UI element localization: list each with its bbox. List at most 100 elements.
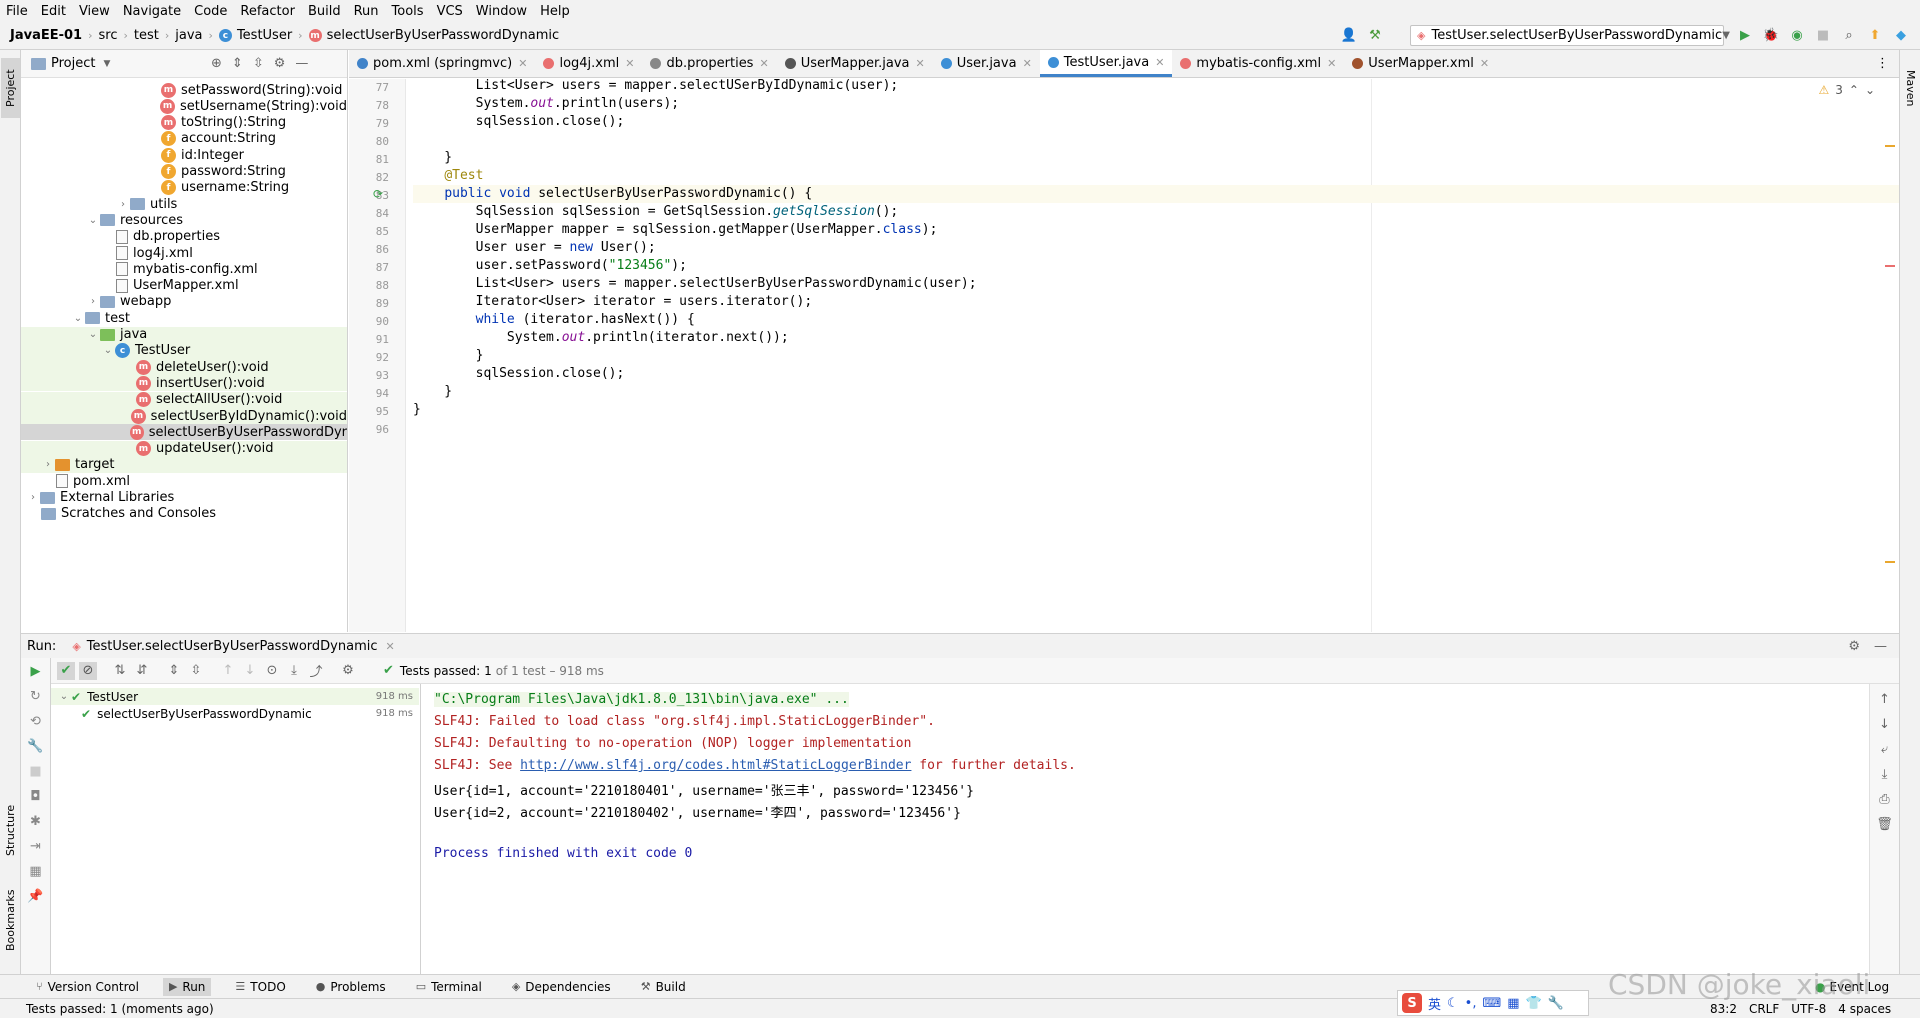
close-icon[interactable]: ✕ <box>1327 57 1336 70</box>
chevron-down-icon[interactable]: ⌄ <box>86 215 100 226</box>
code-line[interactable]: } <box>413 383 452 401</box>
tool-window-tab[interactable]: ◈ Dependencies <box>506 978 617 996</box>
debug-icon[interactable]: 🐞 <box>1762 26 1780 44</box>
show-passed-icon[interactable]: ✔ <box>57 661 75 680</box>
code-line[interactable]: while (iterator.hasNext()) { <box>413 311 695 329</box>
keyboard-icon[interactable]: ⌨ <box>1482 996 1501 1011</box>
tool-window-tab[interactable]: ⚒ Build <box>635 978 692 996</box>
chevron-down-icon[interactable]: ⌄ <box>1865 83 1875 97</box>
code-line[interactable]: SqlSession sqlSession = GetSqlSession.ge… <box>413 203 899 221</box>
tree-item[interactable]: m selectAllUser():void <box>21 391 347 408</box>
collapse-all-icon[interactable]: ⇳ <box>253 56 264 71</box>
tree-item[interactable]: f password:String <box>21 164 347 180</box>
breadcrumb-item[interactable]: java <box>175 28 202 43</box>
shirt-icon[interactable]: 👕 <box>1526 996 1542 1011</box>
tree-item[interactable]: m selectUserByUserPasswordDyr <box>21 424 347 441</box>
tool-window-tab[interactable]: ▭ Terminal <box>410 978 488 996</box>
editor-tab[interactable]: db.properties ✕ <box>642 50 776 77</box>
warning-marker[interactable] <box>1885 561 1895 563</box>
user-icon[interactable]: 👤 <box>1340 26 1358 44</box>
tree-item[interactable]: m deleteUser():void <box>21 359 347 376</box>
scroll-to-end-icon[interactable]: ⤓ <box>1882 767 1888 782</box>
close-icon[interactable]: ✕ <box>916 57 925 70</box>
hide-icon[interactable]: — <box>295 56 308 71</box>
exit-icon[interactable]: ⇥ <box>30 839 41 854</box>
structure-tool-tab[interactable]: Structure <box>1 790 20 870</box>
tree-item[interactable]: › target <box>21 456 347 473</box>
layout-icon[interactable]: ▦ <box>29 864 41 879</box>
menu-view[interactable]: View <box>79 4 110 19</box>
locate-icon[interactable]: ⊕ <box>211 56 222 71</box>
tree-item[interactable]: › External Libraries <box>21 490 347 506</box>
breadcrumb-item[interactable]: src <box>99 28 118 43</box>
toggle-auto-test-icon[interactable]: ⟲ <box>30 714 41 729</box>
camera-icon[interactable]: ◘ <box>30 789 40 804</box>
test-tree-item[interactable]: ⌄ ✔ TestUser 918 ms <box>51 688 419 705</box>
maven-tool-tab[interactable]: Maven <box>1901 58 1920 118</box>
close-icon[interactable]: ✕ <box>625 57 634 70</box>
breadcrumb-item[interactable]: JavaEE-01 <box>10 28 82 43</box>
tree-item[interactable]: m insertUser():void <box>21 375 347 392</box>
gear-icon[interactable]: ⚙ <box>274 56 286 71</box>
tree-item[interactable]: Scratches and Consoles <box>21 506 347 522</box>
menu-build[interactable]: Build <box>308 4 341 19</box>
collapse-all-icon[interactable]: ⇳ <box>187 662 205 680</box>
run-config-selector[interactable]: ◈ TestUser.selectUserByUserPasswordDynam… <box>1410 25 1730 46</box>
project-panel-title[interactable]: Project <box>51 56 95 71</box>
export-icon[interactable]: ⤴ <box>307 662 325 680</box>
moon-icon[interactable]: ☾ <box>1447 996 1459 1011</box>
tree-item[interactable]: log4j.xml <box>21 245 347 261</box>
wrench-icon[interactable]: 🔧 <box>27 739 43 754</box>
run-icon[interactable]: ▶ <box>1736 26 1754 44</box>
console-link[interactable]: http://www.slf4j.org/codes.html#StaticLo… <box>520 758 911 773</box>
cursor-position[interactable]: 83:2 <box>1710 1002 1737 1016</box>
tree-item[interactable]: pom.xml <box>21 473 347 489</box>
run-tab-title[interactable]: TestUser.selectUserByUserPasswordDynamic <box>87 639 378 654</box>
more-tabs-icon[interactable]: ⋮ <box>1876 56 1889 71</box>
tree-item[interactable]: m setPassword(String):void <box>21 82 347 98</box>
chevron-down-icon[interactable]: ⌄ <box>86 329 100 340</box>
bookmarks-tool-tab[interactable]: Bookmarks <box>1 880 20 960</box>
arrow-down-icon[interactable]: ↓ <box>1879 717 1890 732</box>
inspection-widget[interactable]: ⚠ 3 ⌃ ⌄ <box>1818 83 1875 97</box>
tool-window-tab[interactable]: ☰ TODO <box>229 978 291 996</box>
gear-icon[interactable]: ⚙ <box>339 662 357 680</box>
close-icon[interactable]: ✕ <box>1155 56 1164 69</box>
tool-window-tab[interactable]: ● Problems <box>310 978 392 996</box>
code-line[interactable]: public void selectUserByUserPasswordDyna… <box>413 185 1899 203</box>
code-line[interactable]: System.out.println(users); <box>413 95 680 113</box>
close-icon[interactable]: ✕ <box>386 640 395 653</box>
code-line[interactable]: User user = new User(); <box>413 239 656 257</box>
soft-wrap-icon[interactable]: ⤶ <box>1881 742 1888 757</box>
settings-icon[interactable]: ✱ <box>30 814 41 829</box>
tool-window-tab[interactable]: ▶ Run <box>162 977 212 996</box>
tree-item[interactable]: mybatis-config.xml <box>21 261 347 277</box>
tree-item[interactable]: db.properties <box>21 229 347 245</box>
file-encoding[interactable]: UTF-8 <box>1791 1002 1826 1016</box>
menu-code[interactable]: Code <box>194 4 227 19</box>
tree-item[interactable]: m toString():String <box>21 115 347 131</box>
close-icon[interactable]: ✕ <box>518 57 527 70</box>
ime-toolbar[interactable]: S 英 ☾ •, ⌨ ▦ 👕 🔧 <box>1397 990 1589 1016</box>
code-line[interactable]: } <box>413 149 452 167</box>
error-marker[interactable] <box>1885 265 1895 267</box>
hide-icon[interactable]: — <box>1874 639 1887 654</box>
tree-item[interactable]: ⌄ test <box>21 310 347 326</box>
expand-all-icon[interactable]: ⇕ <box>232 56 243 71</box>
breadcrumb-item[interactable]: TestUser <box>237 28 292 43</box>
trash-icon[interactable]: 🗑 <box>1876 817 1893 832</box>
breadcrumb-item[interactable]: test <box>134 28 159 43</box>
coverage-icon[interactable]: ◉ <box>1788 26 1806 44</box>
menu-vcs[interactable]: VCS <box>437 4 463 19</box>
code-line[interactable]: } <box>413 401 421 419</box>
tree-item[interactable]: f username:String <box>21 180 347 196</box>
punct-icon[interactable]: •, <box>1465 996 1477 1011</box>
menu-run[interactable]: Run <box>354 4 379 19</box>
project-tool-tab[interactable]: Project <box>1 58 20 118</box>
rerun-failed-icon[interactable]: ↻ <box>30 689 41 704</box>
editor-tab[interactable]: log4j.xml ✕ <box>535 50 642 77</box>
chevron-down-icon[interactable]: ⌄ <box>101 345 115 356</box>
editor-tab[interactable]: UserMapper.xml ✕ <box>1344 50 1497 77</box>
chevron-down-icon[interactable]: ▼ <box>103 59 110 69</box>
editor-tab[interactable]: TestUser.java ✕ <box>1039 50 1173 77</box>
